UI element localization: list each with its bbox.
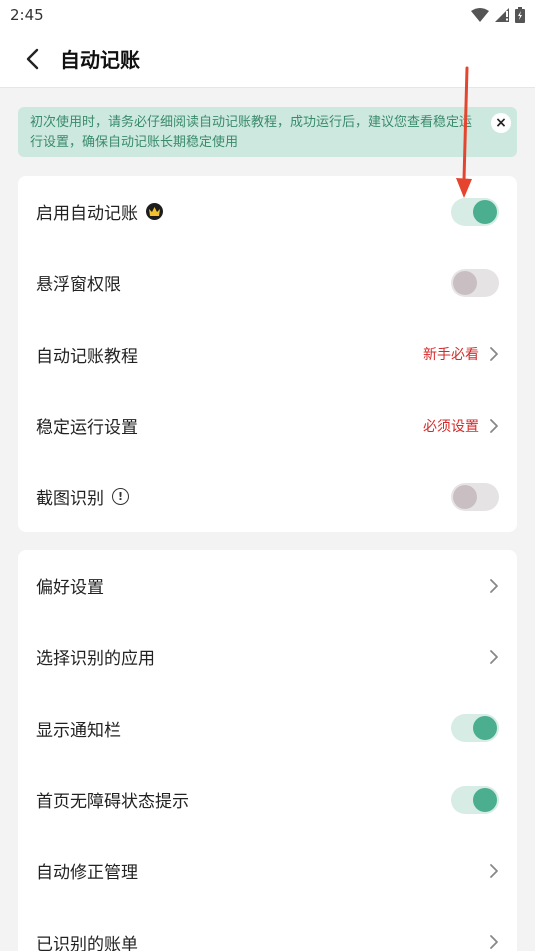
- row-enable-auto-bookkeeping[interactable]: 启用自动记账: [18, 176, 517, 247]
- close-icon[interactable]: ×: [491, 113, 511, 133]
- chevron-right-icon: [490, 863, 498, 878]
- enable-auto-bookkeeping-toggle[interactable]: [451, 197, 499, 226]
- row-recognized-bills[interactable]: 已识别的账单: [18, 906, 517, 951]
- notice-text: 初次使用时，请务必仔细阅读自动记账教程，成功运行后，建议您查看稳定运行设置，确保…: [30, 115, 473, 150]
- info-icon[interactable]: !: [112, 488, 129, 506]
- row-label: 自动修正管理: [36, 863, 138, 884]
- row-stable-run-settings[interactable]: 稳定运行设置 必须设置: [18, 390, 517, 461]
- notice-close-glyph: ×: [495, 115, 507, 131]
- row-auto-correction[interactable]: 自动修正管理: [18, 835, 517, 906]
- row-label: 自动记账教程: [36, 346, 138, 367]
- chevron-right-icon: [490, 347, 498, 362]
- row-floating-window-permission[interactable]: 悬浮窗权限: [18, 247, 517, 318]
- row-preferences[interactable]: 偏好设置: [18, 550, 517, 621]
- chevron-left-icon: [26, 48, 39, 69]
- back-button[interactable]: [18, 45, 46, 73]
- wifi-icon: [471, 8, 489, 22]
- row-label: 已识别的账单: [36, 934, 138, 951]
- annotation-arrow-icon: [456, 66, 472, 198]
- row-accessibility-status-hint[interactable]: 首页无障碍状态提示: [18, 764, 517, 835]
- status-icons: [471, 7, 525, 23]
- row-label: 显示通知栏: [36, 720, 121, 741]
- page-title: 自动记账: [60, 48, 140, 72]
- floating-window-toggle[interactable]: [451, 268, 499, 297]
- row-label: 截图识别: [36, 489, 104, 510]
- row-hint: 新手必看: [423, 347, 479, 364]
- screenshot-recognition-toggle[interactable]: [451, 482, 499, 511]
- row-label: 启用自动记账: [36, 204, 138, 225]
- row-show-notification[interactable]: 显示通知栏: [18, 693, 517, 764]
- notice-banner: 初次使用时，请务必仔细阅读自动记账教程，成功运行后，建议您查看稳定运行设置，确保…: [18, 107, 517, 157]
- row-label: 选择识别的应用: [36, 649, 155, 670]
- row-hint: 必须设置: [423, 418, 479, 435]
- battery-icon: [515, 7, 525, 23]
- row-label: 悬浮窗权限: [36, 275, 121, 296]
- chevron-right-icon: [490, 578, 498, 593]
- show-notification-toggle[interactable]: [451, 714, 499, 743]
- row-screenshot-recognition[interactable]: 截图识别 !: [18, 461, 517, 532]
- row-label: 稳定运行设置: [36, 418, 138, 439]
- row-label: 偏好设置: [36, 578, 104, 599]
- row-tutorial[interactable]: 自动记账教程 新手必看: [18, 319, 517, 390]
- crown-icon: [146, 203, 163, 221]
- settings-card-secondary: 偏好设置 选择识别的应用 显示通知栏 首页无障碍状态提示 自动修正管理 已识别的…: [18, 550, 517, 951]
- settings-card-primary: 启用自动记账 悬浮窗权限 自动记账教程 新手必看 稳定运行设置 必须设置 截图识…: [18, 176, 517, 532]
- row-select-apps[interactable]: 选择识别的应用: [18, 621, 517, 692]
- status-time: 2:45: [10, 6, 44, 24]
- chevron-right-icon: [490, 935, 498, 950]
- signal-icon: [495, 8, 509, 22]
- row-label: 首页无障碍状态提示: [36, 792, 189, 813]
- chevron-right-icon: [490, 418, 498, 433]
- accessibility-status-toggle[interactable]: [451, 785, 499, 814]
- chevron-right-icon: [490, 650, 498, 664]
- status-bar: 2:45: [0, 0, 535, 30]
